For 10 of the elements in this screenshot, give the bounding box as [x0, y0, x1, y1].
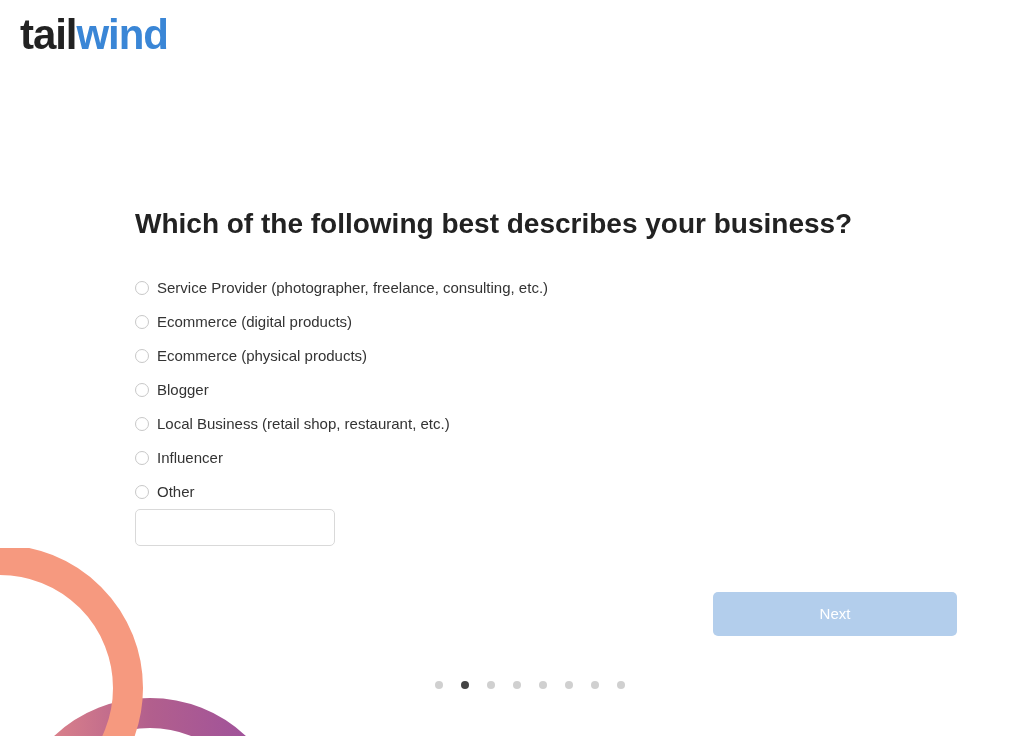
radio-option[interactable]: Service Provider (photographer, freelance, consulting, etc.)	[135, 277, 549, 299]
radio-option[interactable]: Other	[135, 481, 195, 503]
radio-option[interactable]: Ecommerce (physical products)	[135, 345, 368, 367]
radio-option[interactable]: Influencer	[135, 447, 223, 469]
other-input-field[interactable]	[135, 509, 335, 546]
question-heading: Which of the following best describes your business?	[135, 207, 854, 241]
radio-option[interactable]: Local Business (retail shop, restaurant, etc.)	[135, 413, 450, 435]
radio-option[interactable]: Ecommerce (digital products)	[135, 311, 353, 333]
logo[interactable]: tailwind	[20, 14, 168, 56]
radio-option[interactable]: Blogger	[135, 379, 209, 401]
